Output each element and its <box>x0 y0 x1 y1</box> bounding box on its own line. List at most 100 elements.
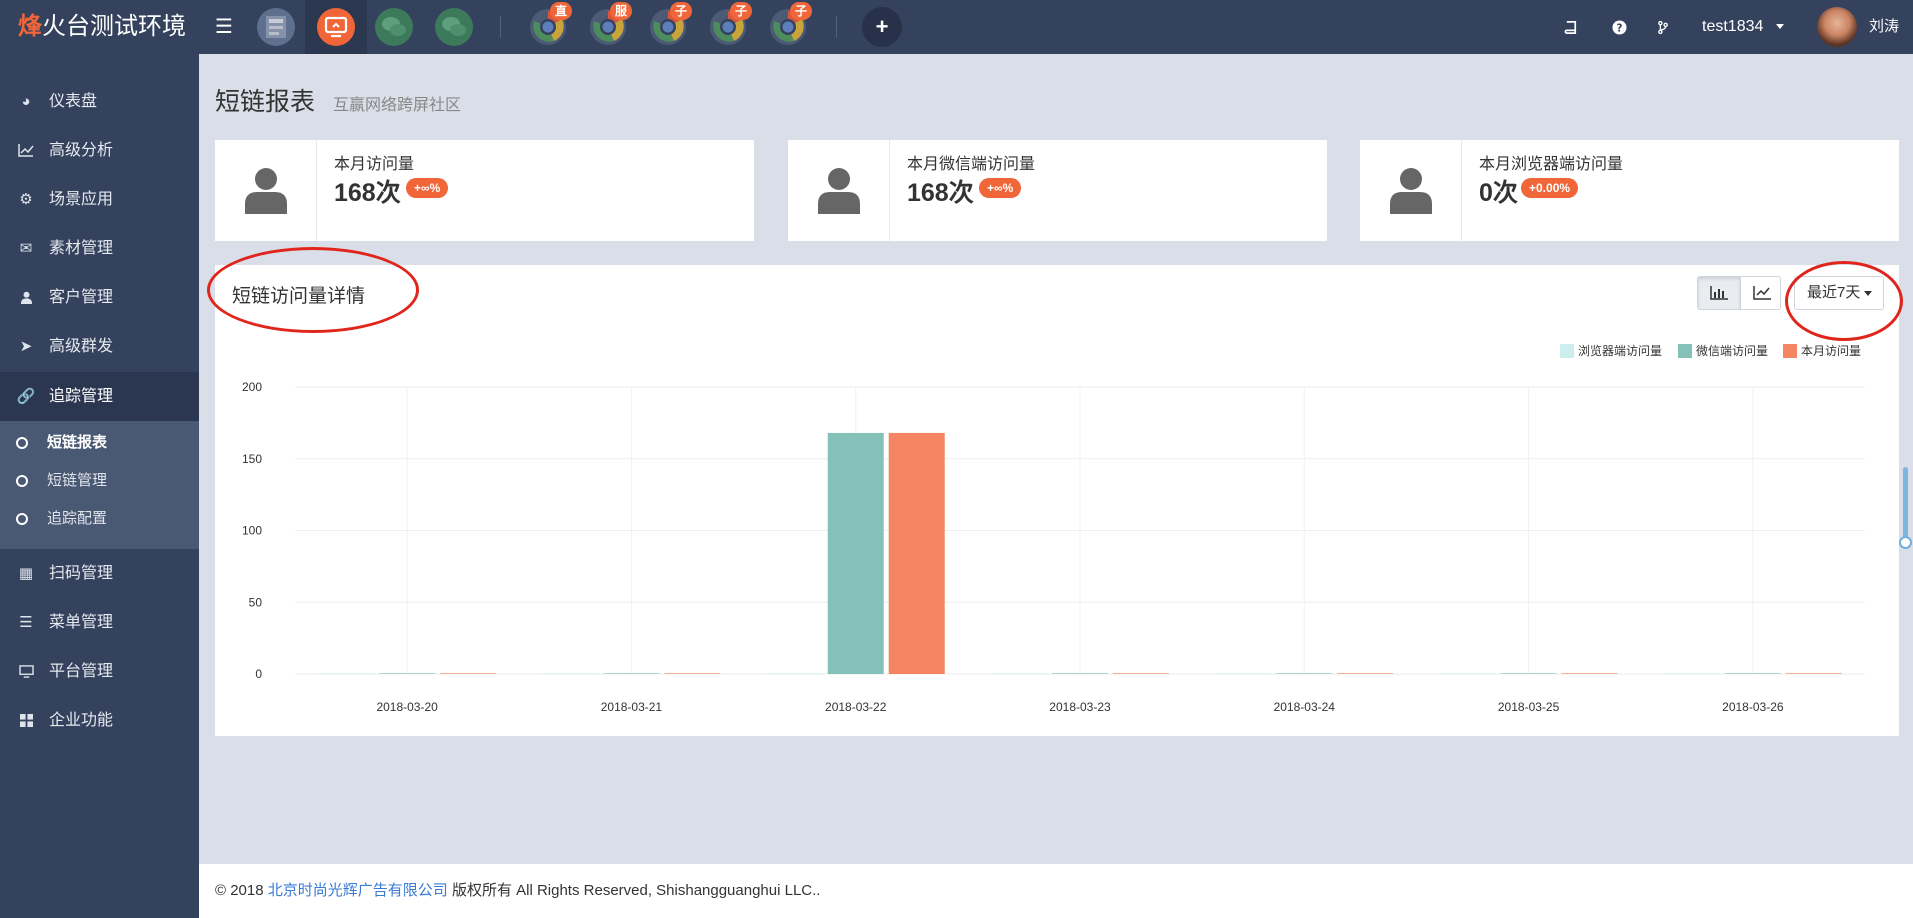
stat-card-wechat-visits: 本月微信端访问量 168次 +∞% <box>788 140 1327 241</box>
submenu-item-shortlink-report[interactable]: 短链报表 <box>0 424 199 462</box>
sidebar-item-dashboard[interactable]: ◕ 仪表盘 <box>0 77 199 126</box>
bar <box>888 432 945 674</box>
bar <box>1052 673 1108 674</box>
submenu-item-shortlink-manage[interactable]: 短链管理 <box>0 462 199 500</box>
y-tick-label: 100 <box>242 524 262 538</box>
legend-swatch <box>1783 344 1797 358</box>
footer: © 2018 北京时尚光辉广告有限公司 版权所有 All Rights Rese… <box>199 864 1913 918</box>
stat-icon-cell <box>1360 140 1462 241</box>
sidebar-item-tracking[interactable]: 🔗 追踪管理 <box>0 372 199 421</box>
brand-logo[interactable]: 烽火台测试环境 <box>0 0 199 54</box>
chevron-down-icon <box>1775 24 1784 30</box>
app-account-screen[interactable] <box>316 7 356 47</box>
stat-icon-cell <box>788 140 890 241</box>
y-tick-label: 50 <box>249 595 263 609</box>
app-channel-5[interactable]: 子 <box>768 2 812 47</box>
user-icon <box>818 168 860 214</box>
app-badge: 子 <box>730 2 752 20</box>
bar <box>991 673 1047 674</box>
stat-card-monthly-visits: 本月访问量 168次 +∞% <box>215 140 754 241</box>
app-channel-2[interactable]: 服 <box>588 2 632 47</box>
company-link[interactable]: 北京时尚光辉广告有限公司 <box>268 882 448 899</box>
app-channel-4[interactable]: 子 <box>708 2 752 47</box>
y-tick-label: 0 <box>255 667 262 681</box>
avatar[interactable] <box>1817 7 1857 47</box>
wechat-icon <box>375 8 413 46</box>
bar <box>1113 673 1169 674</box>
line-chart-icon <box>15 126 37 175</box>
stat-label: 本月浏览器端访问量 <box>1479 156 1624 173</box>
help-icon[interactable]: ? <box>1608 16 1630 38</box>
app-channel-1[interactable]: 直 <box>528 2 572 47</box>
bar <box>827 432 884 674</box>
line-chart-icon <box>1752 286 1771 300</box>
chart-panel: 0 50 100 150 200 2018-03-20 2018-03-21 2018-03-… <box>207 247 1903 736</box>
sidebar-item-enterprise[interactable]: 企业功能 <box>0 696 199 745</box>
bar-chart-button[interactable] <box>1698 277 1740 309</box>
grid-icon <box>15 696 37 745</box>
user-icon <box>1390 168 1432 214</box>
bar <box>1215 673 1272 674</box>
circle-icon <box>16 513 28 525</box>
bar <box>664 673 721 674</box>
sidebar-item-materials[interactable]: ✉ 素材管理 <box>0 224 199 273</box>
x-tick-label: 2018-03-23 <box>1049 700 1111 714</box>
y-tick-label: 150 <box>242 452 262 466</box>
y-tick-label: 200 <box>242 380 262 394</box>
screen-cast-icon <box>317 8 355 46</box>
legend-item-wechat[interactable]: 微信端访问量 <box>1678 342 1768 358</box>
sidebar-item-customers[interactable]: 客户管理 <box>0 273 199 322</box>
stat-icon-cell <box>215 140 317 241</box>
stat-value: 0次 <box>1479 179 1518 207</box>
gear-icon: ⚙ <box>19 191 33 208</box>
bar <box>1724 673 1781 674</box>
app-channel-3[interactable]: 子 <box>648 2 692 47</box>
app-thumb-icon <box>257 8 295 46</box>
legend-item-browser[interactable]: 浏览器端访问量 <box>1560 342 1662 358</box>
sidebar-item-platform[interactable]: 平台管理 <box>0 647 199 696</box>
wechat-icon <box>435 8 473 46</box>
qrcode-icon: ▦ <box>18 565 34 582</box>
app-badge: 服 <box>610 2 632 20</box>
app-badge: 子 <box>790 2 812 20</box>
bar <box>1276 673 1333 674</box>
stat-value: 168次 <box>334 179 401 207</box>
submenu-item-tracking-config[interactable]: 追踪配置 <box>0 500 199 538</box>
page-subtitle: 互赢网络跨屏社区 <box>333 97 462 114</box>
app-account-wechat-2[interactable] <box>434 7 474 47</box>
stat-change-badge: +0.00% <box>1521 178 1579 198</box>
chart-type-toggle <box>1697 276 1781 310</box>
x-tick-label: 2018-03-20 <box>376 700 438 714</box>
menu-toggle-icon[interactable]: ☰ <box>210 13 238 41</box>
sidebar-item-qrcode[interactable]: ▦ 扫码管理 <box>0 549 199 598</box>
sidebar-item-broadcast[interactable]: ➤ 高级群发 <box>0 322 199 371</box>
app-account-avatar-1[interactable] <box>256 7 296 47</box>
circle-icon <box>16 437 28 449</box>
stat-label: 本月访问量 <box>334 156 415 173</box>
legend-item-monthly[interactable]: 本月访问量 <box>1783 342 1861 358</box>
bar <box>1337 673 1394 674</box>
top-bar: 烽火台测试环境 ☰ 直 服 子 子 子 + ? test1834 刘涛 <box>0 0 1913 54</box>
list-icon: ☰ <box>19 614 33 631</box>
date-range-dropdown[interactable]: 最近7天 <box>1794 276 1884 310</box>
sidebar-item-analysis[interactable]: 高级分析 <box>0 126 199 175</box>
line-chart-button[interactable] <box>1740 277 1780 309</box>
scroll-handle[interactable] <box>1899 536 1912 549</box>
visits-bar-chart: 0 50 100 150 200 2018-03-20 2018-03-21 2018-03-… <box>242 380 1865 714</box>
stat-value: 168次 <box>907 179 974 207</box>
add-app-button[interactable]: + <box>862 7 902 47</box>
bar <box>766 673 823 674</box>
bar <box>1500 673 1557 674</box>
sidebar-item-menus[interactable]: ☰ 菜单管理 <box>0 598 199 647</box>
dashboard-icon: ◕ <box>21 93 31 110</box>
user-dropdown[interactable]: test1834 <box>1702 14 1784 40</box>
stat-card-browser-visits: 本月浏览器端访问量 0次 +0.00% <box>1360 140 1899 241</box>
bar <box>1663 673 1720 674</box>
app-account-wechat-1[interactable] <box>374 7 414 47</box>
branch-icon[interactable] <box>1652 16 1674 38</box>
bar <box>542 673 599 674</box>
sidebar-item-scenes[interactable]: ⚙ 场景应用 <box>0 175 199 224</box>
stat-label: 本月微信端访问量 <box>907 156 1036 173</box>
x-tick-label: 2018-03-21 <box>601 700 663 714</box>
book-icon[interactable] <box>1560 16 1582 38</box>
